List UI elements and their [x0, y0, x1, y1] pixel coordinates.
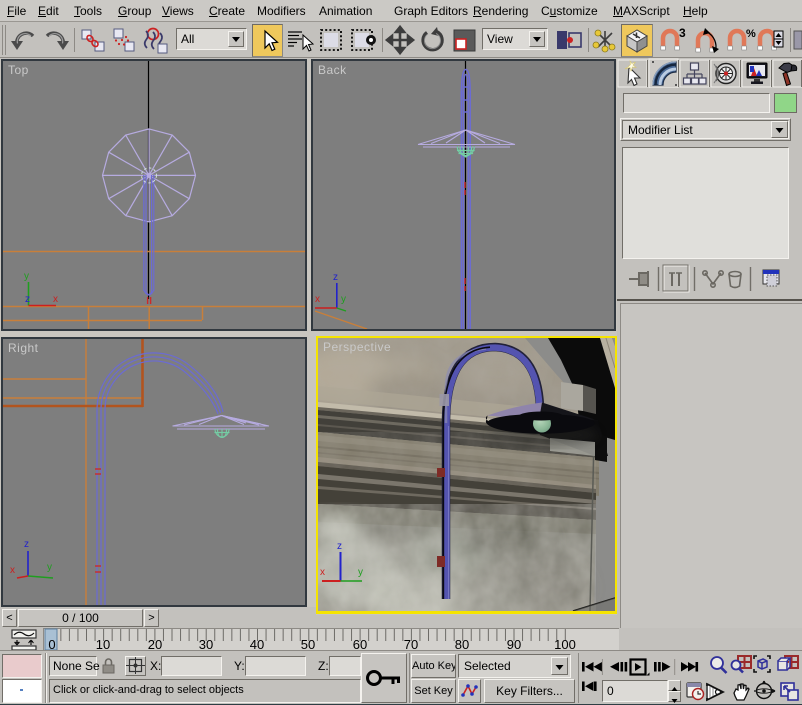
svg-text:x: x	[315, 294, 320, 305]
svg-text:y: y	[341, 294, 346, 305]
svg-text:0: 0	[48, 637, 55, 651]
svg-text:x: x	[10, 565, 15, 576]
svg-text:20: 20	[148, 637, 162, 651]
svg-text:30: 30	[199, 637, 213, 651]
svg-text:100: 100	[554, 637, 576, 651]
svg-text:90: 90	[507, 637, 521, 651]
svg-text:y: y	[358, 567, 363, 578]
svg-text:10: 10	[96, 637, 110, 651]
svg-text:x: x	[320, 567, 325, 578]
svg-text:z: z	[333, 272, 338, 283]
svg-text:60: 60	[353, 637, 367, 651]
svg-text:70: 70	[404, 637, 418, 651]
svg-text:z: z	[24, 539, 29, 550]
svg-text:3: 3	[679, 26, 686, 40]
svg-text:y: y	[47, 562, 52, 573]
svg-text:y: y	[24, 271, 29, 282]
svg-text:%: %	[746, 28, 756, 40]
svg-text:40: 40	[250, 637, 264, 651]
svg-text:z: z	[337, 541, 342, 552]
svg-text:50: 50	[301, 637, 315, 651]
svg-text:80: 80	[455, 637, 469, 651]
svg-text:x: x	[53, 294, 58, 305]
svg-text:z: z	[25, 294, 30, 305]
